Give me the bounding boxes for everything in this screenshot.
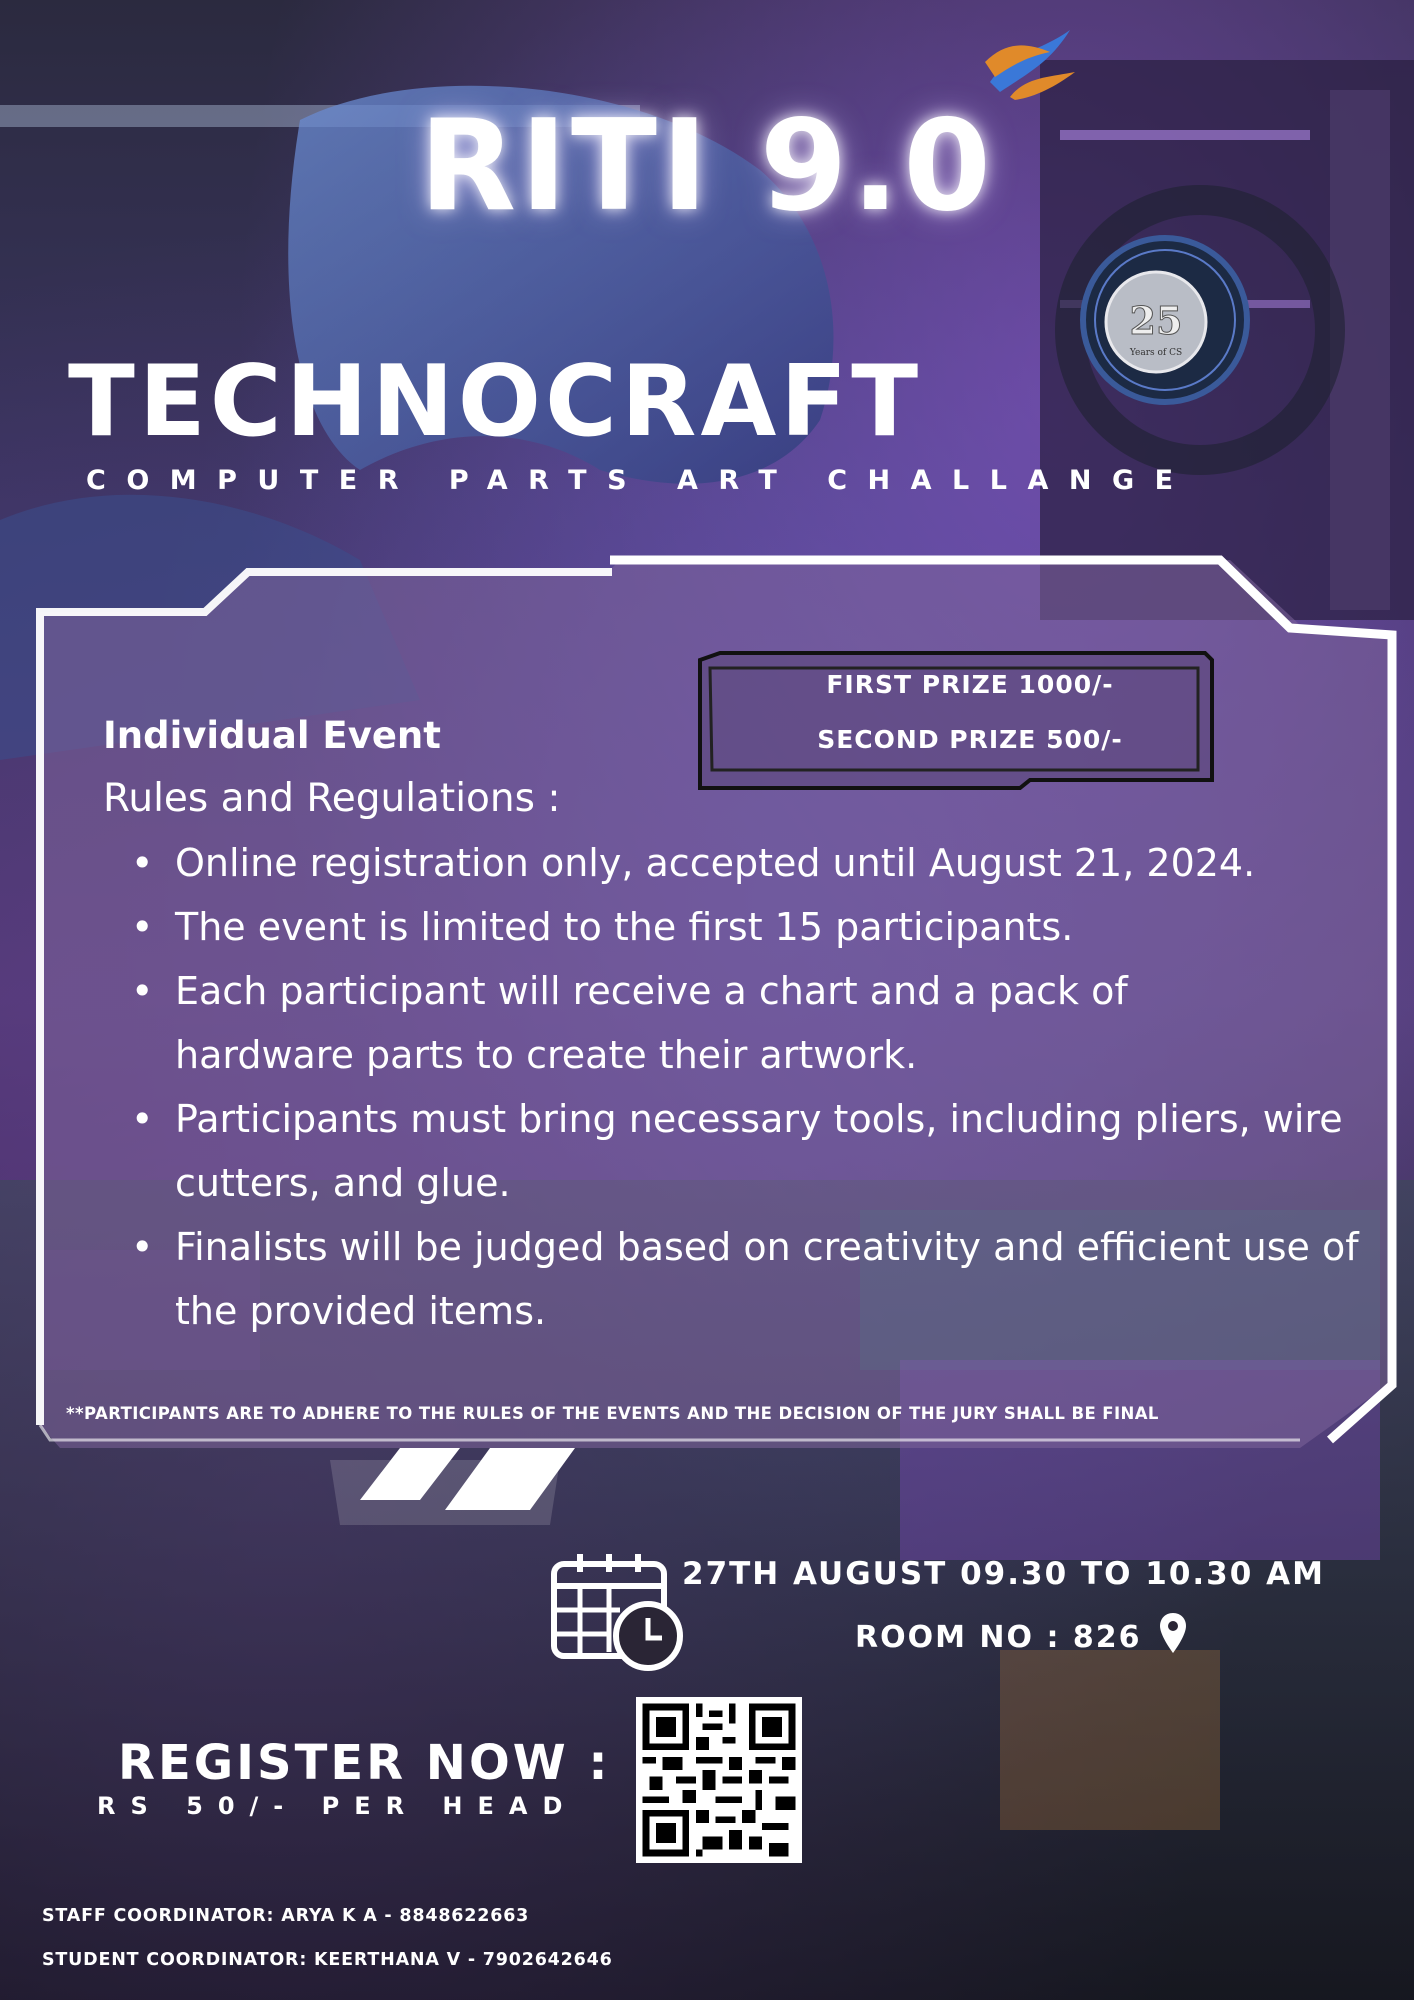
event-type: Individual Event <box>103 714 441 757</box>
registration-fee: RS 50/- PER HEAD <box>97 1792 578 1820</box>
calendar-clock-icon <box>551 1554 683 1671</box>
list-item: Finalists will be judged based on creati… <box>131 1215 1385 1343</box>
register-now-label: REGISTER NOW : <box>118 1735 611 1791</box>
list-item: The event is limited to the first 15 par… <box>131 895 1383 959</box>
list-item: Participants must bring necessary tools,… <box>131 1087 1385 1215</box>
rules-heading: Rules and Regulations : <box>103 776 561 821</box>
event-datetime: 27TH AUGUST 09.30 TO 10.30 AM <box>682 1556 1325 1592</box>
room-number: ROOM NO : 826 <box>855 1620 1142 1655</box>
first-prize: FIRST PRIZE 1000/- <box>826 670 1114 699</box>
list-item: Each participant will receive a chart an… <box>131 959 1305 1087</box>
rules-section: Individual Event Rules and Regulations :… <box>103 705 1383 1343</box>
list-item: Online registration only, accepted until… <box>131 831 1383 895</box>
event-room: ROOM NO : 826 <box>855 1613 1186 1655</box>
disclaimer: **PARTICIPANTS ARE TO ADHERE TO THE RULE… <box>66 1404 1159 1423</box>
staff-coordinator: STAFF COORDINATOR: ARYA K A - 8848622663 <box>42 1906 530 1926</box>
location-pin-icon <box>1159 1613 1186 1653</box>
rules-list: Online registration only, accepted until… <box>103 831 1383 1343</box>
qr-code-icon[interactable] <box>636 1697 802 1863</box>
student-coordinator: STUDENT COORDINATOR: KEERTHANA V - 79026… <box>42 1950 613 1970</box>
